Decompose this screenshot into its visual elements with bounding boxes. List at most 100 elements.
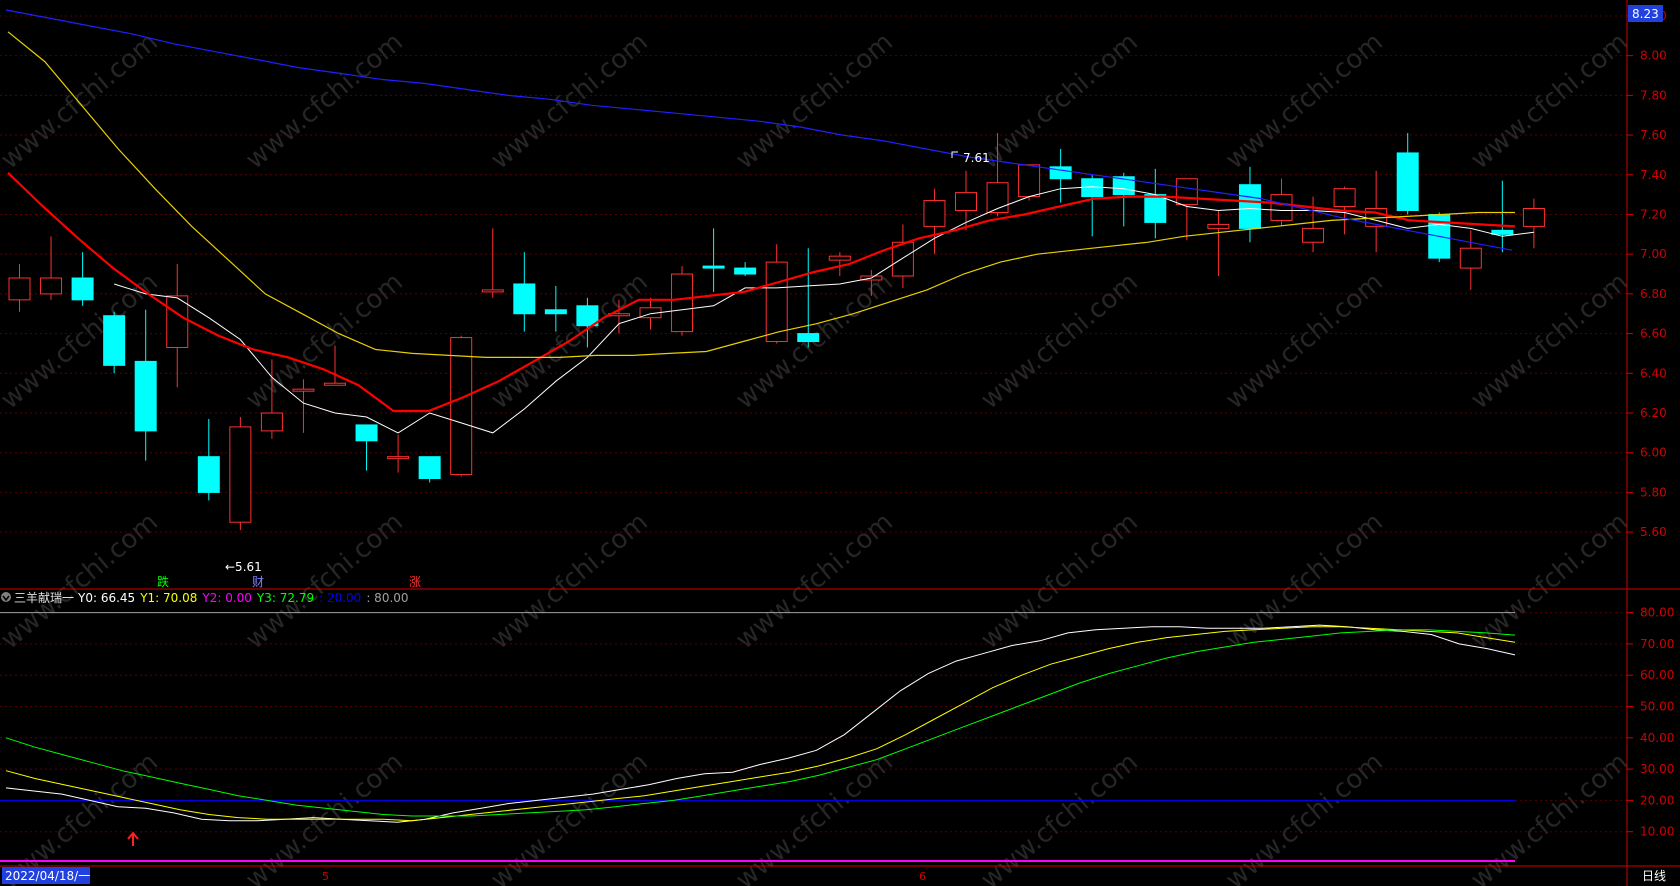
- watermark-text: www.cfchi.com: [240, 27, 409, 175]
- candle-up: [1459, 247, 1482, 269]
- indicator-tick-label: 80.00: [1640, 606, 1674, 620]
- price-tick-label: 6.40: [1640, 366, 1667, 380]
- candle-up: [324, 382, 346, 386]
- watermark-text: www.cfchi.com: [1465, 267, 1634, 415]
- indicator-value: : 80.00: [366, 591, 408, 605]
- watermark-text: www.cfchi.com: [730, 27, 899, 175]
- candle-down: [1491, 229, 1514, 235]
- price-tick-label: 8.00: [1640, 49, 1667, 63]
- indicator-value: Y3: 72.79: [256, 591, 314, 605]
- candle-up: [1333, 188, 1356, 208]
- current-price-label: 8.23: [1632, 7, 1659, 21]
- watermark-text: www.cfchi.com: [1220, 27, 1389, 175]
- candle-up: [1522, 208, 1545, 227]
- start-date-label: 2022/04/18/一: [5, 869, 90, 883]
- candle-down: [1144, 194, 1167, 223]
- candle-up: [481, 289, 504, 293]
- indicator-value: Y2: 0.00: [201, 591, 252, 605]
- watermark-text: www.cfchi.com: [1220, 507, 1389, 655]
- price-tick-label: 7.40: [1640, 168, 1667, 182]
- candle-down: [513, 283, 536, 315]
- watermark-text: www.cfchi.com: [975, 267, 1144, 415]
- candle-up: [1270, 194, 1293, 221]
- watermark-text: www.cfchi.com: [975, 507, 1144, 655]
- candle-down: [71, 277, 94, 301]
- watermark-text: www.cfchi.com: [485, 747, 654, 886]
- indicator-tick-label: 70.00: [1640, 637, 1674, 651]
- candle-down: [1396, 152, 1419, 211]
- indicator-value: Y1: 70.08: [139, 591, 197, 605]
- watermark-text: www.cfchi.com: [0, 747, 164, 886]
- candle-up: [1302, 227, 1325, 243]
- indicator-values: Y0: 66.45 Y1: 70.08 Y2: 0.00 Y3: 72.79: 20.…: [77, 591, 409, 605]
- grid-layer: [0, 15, 1627, 833]
- candle-down: [702, 265, 725, 269]
- indicator-line-y0: [5, 624, 1516, 823]
- candle-up: [828, 255, 851, 261]
- watermark-text: www.cfchi.com: [240, 267, 409, 415]
- candle-up: [450, 337, 473, 476]
- month-label-5: 5: [322, 870, 329, 883]
- watermark-text: www.cfchi.com: [0, 27, 164, 175]
- indicator-legend: 三羊献瑞一 Y0: 66.45 Y1: 70.08 Y2: 0.00 Y3: 72.7…: [1, 590, 409, 605]
- candle-up: [387, 456, 410, 460]
- indicator-tick-label: 40.00: [1640, 731, 1674, 745]
- candle-up: [40, 277, 63, 295]
- watermark-text: www.cfchi.com: [730, 507, 899, 655]
- indicator-tick-label: 30.00: [1640, 762, 1674, 776]
- price-tick-label: 7.00: [1640, 247, 1667, 261]
- price-tick-label: 6.60: [1640, 327, 1667, 341]
- watermark-text: www.cfchi.com: [240, 507, 409, 655]
- candle-up: [1207, 223, 1230, 229]
- candle-down: [734, 267, 757, 275]
- indicator-tick-label: 60.00: [1640, 668, 1674, 682]
- marker-drop: 跌: [157, 574, 169, 589]
- candle-down: [797, 333, 820, 343]
- candle-up: [1018, 164, 1041, 198]
- candle-up: [8, 277, 31, 301]
- marker-finance: 财: [252, 575, 264, 589]
- candle-down: [197, 456, 220, 493]
- watermark-text: www.cfchi.com: [485, 507, 654, 655]
- watermark-text: www.cfchi.com: [0, 507, 164, 655]
- candle-up: [1175, 178, 1198, 206]
- candle-down: [1081, 178, 1104, 198]
- price-tick-label: 6.80: [1640, 287, 1667, 301]
- watermark-text: www.cfchi.com: [1220, 747, 1389, 886]
- indicator-line-y1: [5, 626, 1516, 822]
- candle-down: [418, 456, 441, 480]
- indicator-name[interactable]: 三羊献瑞一: [14, 590, 74, 605]
- up-arrow-icon: [127, 831, 139, 846]
- month-label-6: 6: [919, 870, 926, 883]
- candle-down: [103, 315, 126, 366]
- low-price-label: ←5.61: [225, 560, 262, 574]
- candle-down: [544, 309, 567, 315]
- watermark-text: www.cfchi.com: [1220, 267, 1389, 415]
- candle-up: [260, 412, 283, 432]
- candle-down: [134, 360, 157, 432]
- watermark-text: www.cfchi.com: [975, 747, 1144, 886]
- price-tick-label: 6.00: [1640, 446, 1667, 460]
- price-tick-label: 7.80: [1640, 88, 1667, 102]
- candle-down: [355, 424, 378, 442]
- candle-up: [292, 388, 315, 392]
- candle-up: [955, 192, 977, 212]
- watermark-text: www.cfchi.com: [975, 27, 1144, 175]
- candle-down: [1238, 184, 1261, 229]
- marker-rise: 涨: [409, 574, 421, 589]
- indicator-value: : 20.00: [319, 591, 361, 605]
- indicator-line-y3: [5, 629, 1516, 817]
- price-tick-label: 7.60: [1640, 128, 1667, 142]
- watermark-text: www.cfchi.com: [485, 27, 654, 175]
- annotations: 7.61 ←5.61 跌 财 涨: [127, 151, 990, 846]
- candle-up: [166, 295, 189, 348]
- period-button[interactable]: 日线: [1642, 869, 1666, 883]
- candle-up: [229, 426, 252, 523]
- price-tick-label: 5.60: [1640, 525, 1667, 539]
- candle-up: [671, 273, 694, 333]
- indicator-tick-label: 50.00: [1640, 700, 1674, 714]
- high-price-label: 7.61: [963, 151, 990, 165]
- price-tick-label: 6.20: [1640, 406, 1667, 420]
- watermark-text: www.cfchi.com: [730, 747, 899, 886]
- watermark-text: www.cfchi.com: [240, 747, 409, 886]
